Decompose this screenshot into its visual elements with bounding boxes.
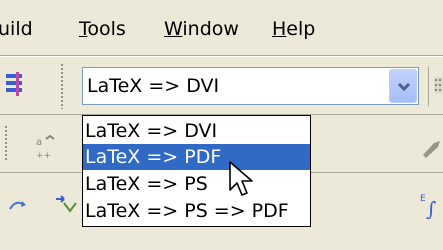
svg-text:∫: ∫	[426, 197, 436, 219]
menubar: uild Tools Window Help	[0, 0, 443, 55]
build-icon[interactable]	[4, 72, 26, 100]
symbol-icon[interactable]: a ++	[34, 134, 64, 165]
svg-text:a: a	[36, 137, 42, 148]
list-item[interactable]: LaTeX => PS	[83, 171, 310, 197]
subscript-icon[interactable]	[54, 193, 80, 219]
menu-build[interactable]: uild	[0, 18, 33, 40]
list-item[interactable]: LaTeX => PS => PDF	[83, 198, 310, 224]
list-item-highlighted[interactable]: LaTeX => PDF	[83, 144, 310, 170]
integral-icon[interactable]: E ∫	[420, 191, 443, 223]
toolbar-grip[interactable]	[60, 63, 63, 109]
tool-icon[interactable]	[420, 137, 443, 163]
combo-selected-value: LaTeX => DVI	[87, 75, 220, 97]
menu-help[interactable]: Help	[272, 18, 315, 40]
toolbar-grip-2[interactable]	[4, 125, 7, 161]
combo-dropdown-list: LaTeX => DVI LaTeX => PDF LaTeX => PS La…	[82, 115, 311, 227]
combo-dropdown-button[interactable]	[389, 69, 417, 103]
svg-text:++: ++	[36, 151, 51, 161]
build-mode-combobox[interactable]: LaTeX => DVI	[82, 67, 419, 105]
arrow-icon[interactable]	[8, 195, 34, 219]
menu-window[interactable]: Window	[164, 18, 239, 40]
grid-icon[interactable]	[434, 77, 443, 97]
chevron-down-icon	[397, 82, 411, 92]
toolbar-separator	[428, 66, 429, 106]
arrow-cursor-icon	[228, 160, 256, 204]
menu-tools[interactable]: Tools	[79, 18, 126, 40]
list-item[interactable]: LaTeX => DVI	[83, 118, 310, 144]
